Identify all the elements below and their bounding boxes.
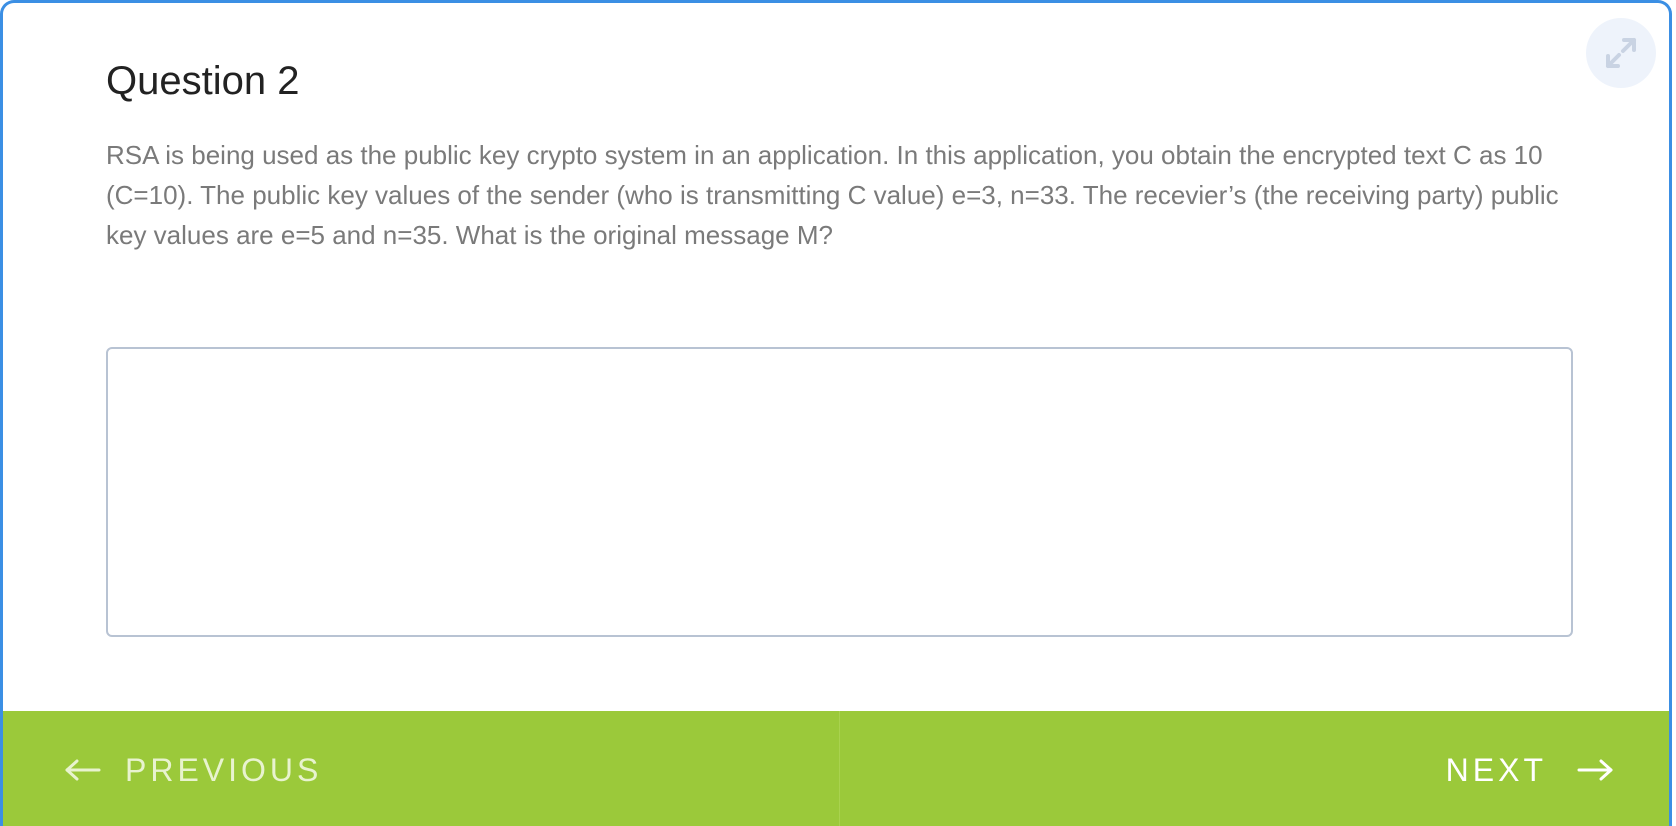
previous-button[interactable]: PREVIOUS	[3, 711, 840, 826]
question-card: Question 2 RSA is being used as the publ…	[0, 0, 1672, 826]
expand-button[interactable]	[1586, 18, 1656, 88]
question-title: Question 2	[106, 59, 300, 103]
previous-label: PREVIOUS	[125, 751, 323, 788]
arrow-left-icon	[63, 758, 103, 782]
navigation-bar: PREVIOUS NEXT	[3, 711, 1670, 826]
question-content: Question 2 RSA is being used as the publ…	[106, 53, 1576, 255]
next-button[interactable]: NEXT	[840, 711, 1670, 826]
next-label: NEXT	[1445, 751, 1547, 788]
arrow-right-icon	[1575, 758, 1615, 782]
answer-input[interactable]	[106, 347, 1573, 637]
question-prompt: RSA is being used as the public key cryp…	[106, 140, 1559, 250]
expand-icon	[1606, 38, 1636, 68]
